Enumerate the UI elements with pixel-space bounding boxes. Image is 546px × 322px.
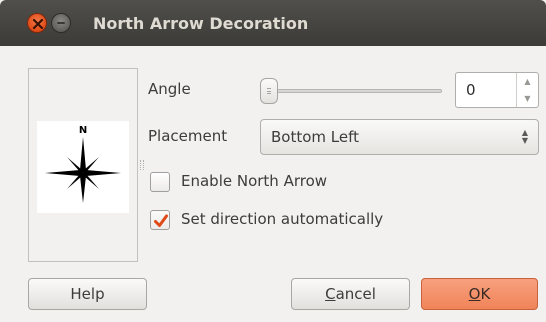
north-letter: N [79,125,87,136]
cancel-button[interactable]: Cancel [291,278,410,310]
dialog-window: North Arrow Decoration N Angle 0 ▲ ▼ Pla… [0,0,546,322]
placement-value: Bottom Left [271,128,360,146]
checkmark-icon [154,214,168,227]
angle-label: Angle [148,80,191,98]
title-bar: North Arrow Decoration [0,0,546,46]
placement-label: Placement [148,127,228,145]
ok-button[interactable]: OK [421,278,538,310]
updown-arrows-icon: ▲ ▼ [521,128,528,145]
placement-combobox[interactable]: Bottom Left ▲ ▼ [260,119,539,155]
north-arrow-icon: N [45,125,121,203]
angle-slider-track[interactable] [272,89,442,93]
angle-value[interactable]: 0 [466,81,476,99]
angle-spinbox[interactable]: 0 ▲ ▼ [455,72,539,108]
window-title: North Arrow Decoration [93,14,309,33]
grip-icon [267,88,271,94]
close-button[interactable] [27,13,47,33]
enable-north-arrow-checkbox[interactable] [150,172,170,192]
cancel-label: ancel [335,285,376,303]
splitter-handle[interactable] [140,160,144,170]
cancel-mnemonic: C [325,285,336,303]
minimize-button[interactable] [51,13,71,33]
minimize-icon [57,22,65,24]
arrow-preview: N [37,121,129,213]
ok-mnemonic: O [468,285,481,303]
arrow-preview-frame: N [28,68,138,262]
help-button[interactable]: Help [28,278,147,310]
set-direction-checkbox[interactable] [150,210,170,230]
chevron-up-icon[interactable]: ▲ [517,73,538,90]
close-icon [32,18,44,30]
ok-label: K [480,285,491,303]
set-direction-label[interactable]: Set direction automatically [181,210,383,228]
angle-slider-handle[interactable] [260,78,278,104]
spin-buttons: ▲ ▼ [516,73,538,107]
chevron-down-icon[interactable]: ▼ [517,90,538,107]
enable-north-arrow-label[interactable]: Enable North Arrow [181,172,327,190]
